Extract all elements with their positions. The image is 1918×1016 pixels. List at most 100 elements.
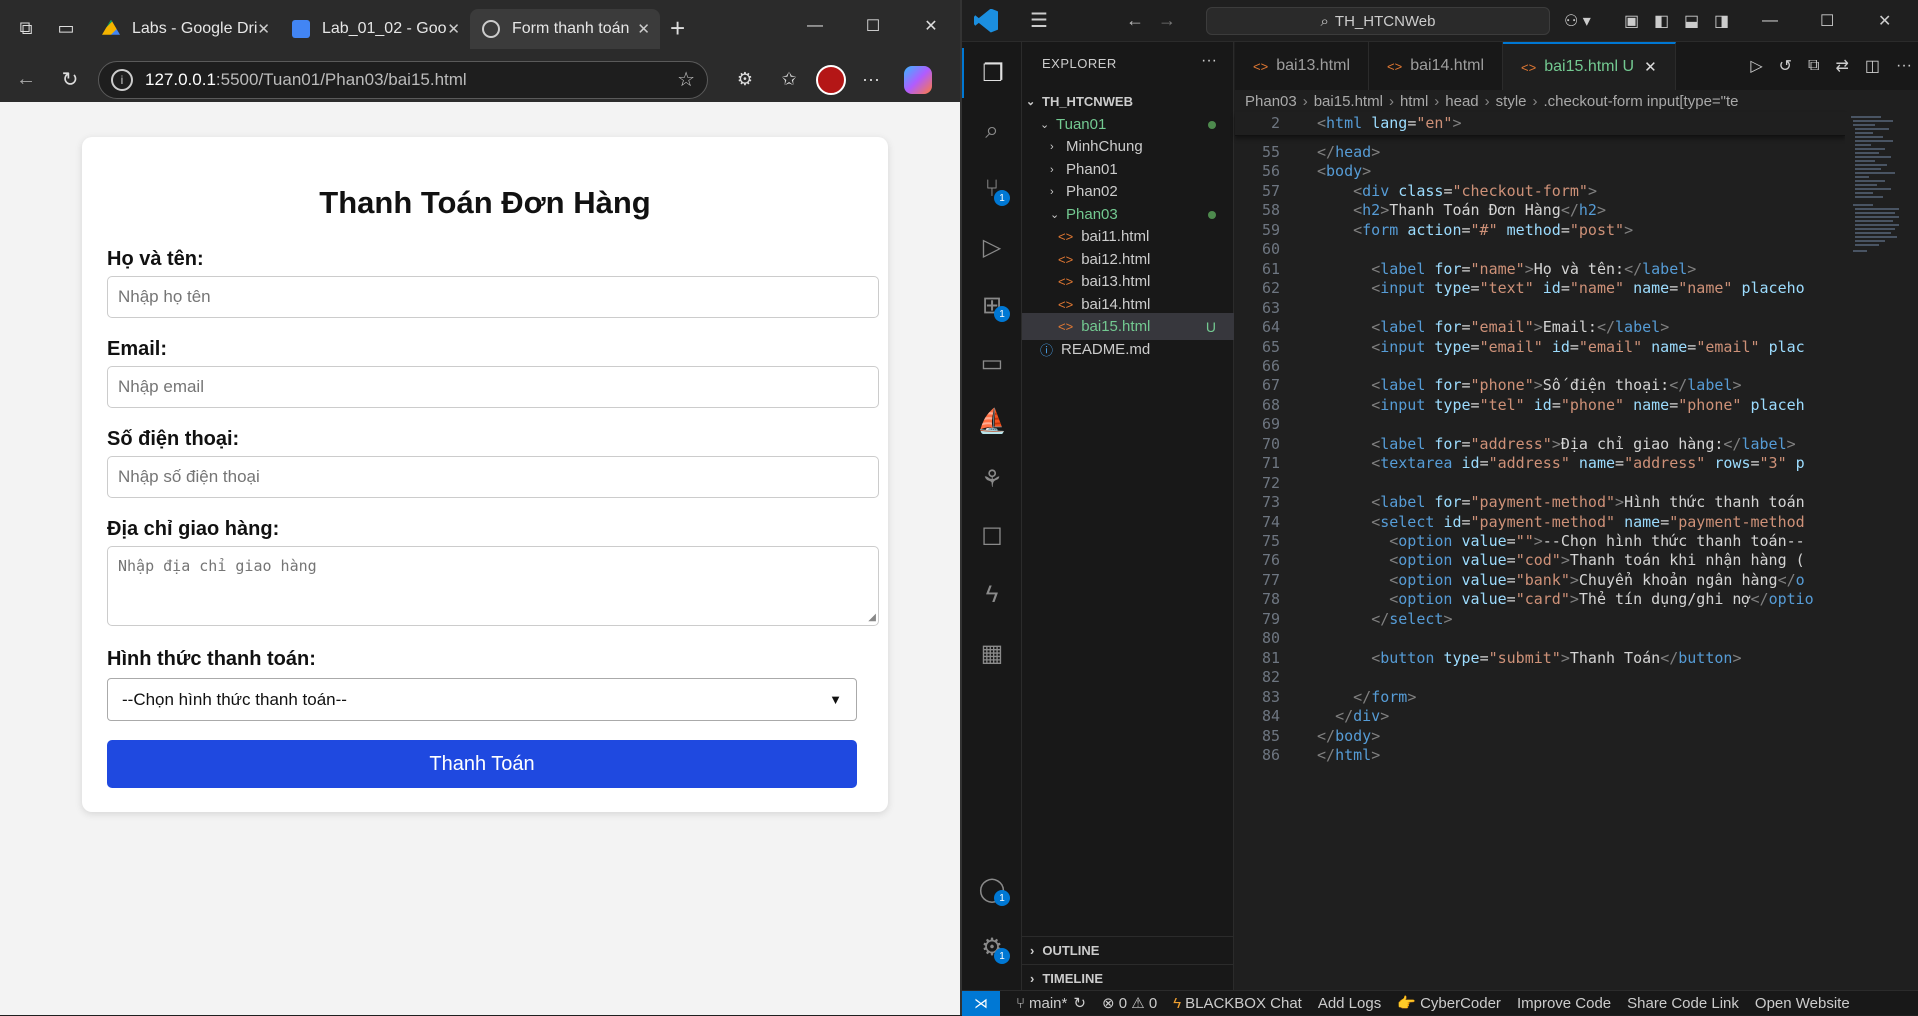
menu-icon[interactable]: ☰ — [1030, 8, 1048, 33]
tab-actions-icon[interactable]: ▭ — [52, 15, 80, 43]
back-icon[interactable]: ← — [1126, 10, 1144, 31]
code-line[interactable]: <body> — [1317, 162, 1843, 180]
editor-tab-bai14[interactable]: <> bai14.html — [1369, 42, 1504, 90]
run-debug-icon[interactable]: ▷ — [962, 222, 1022, 272]
problems-status[interactable]: ⊗ 0 ⚠ 0 — [1102, 994, 1157, 1012]
improve-code-status[interactable]: Improve Code — [1517, 995, 1611, 1012]
browser-tab-docs[interactable]: Lab_01_02 - Google Docs ✕ — [280, 9, 470, 49]
minimize-icon[interactable]: — — [1762, 0, 1778, 42]
breadcrumb-item[interactable]: Phan03 — [1245, 93, 1297, 110]
forward-icon[interactable]: → — [1158, 10, 1176, 31]
back-icon[interactable]: ← — [8, 62, 44, 98]
code-line[interactable]: <label for="name">Họ và tên:</label> — [1317, 260, 1843, 278]
code-line[interactable]: <h2>Thanh Toán Đơn Hàng</h2> — [1317, 201, 1843, 219]
copilot-icon[interactable] — [904, 65, 932, 94]
avatar[interactable] — [816, 64, 846, 95]
code-line[interactable]: <button type="submit">Thanh Toán</button… — [1317, 649, 1843, 667]
editor-tab-bai13[interactable]: <> bai13.html — [1235, 42, 1370, 90]
code-line[interactable]: </div> — [1317, 707, 1843, 725]
remote-indicator-icon[interactable]: ⋊ — [962, 990, 1000, 1016]
docker-icon[interactable]: ⛵ — [962, 396, 1022, 446]
close-window-icon[interactable]: ✕ — [902, 0, 960, 52]
explorer-icon[interactable]: ❐ — [962, 48, 1022, 98]
name-input[interactable]: Nhập họ tên — [107, 276, 879, 318]
breadcrumb-item[interactable]: style — [1496, 93, 1527, 110]
submit-button[interactable]: Thanh Toán — [107, 740, 857, 788]
code-line[interactable]: </select> — [1317, 610, 1843, 628]
more-actions-icon[interactable]: ··· — [1896, 57, 1912, 75]
toggle-secondary-sidebar-icon[interactable]: ◨ — [1714, 0, 1729, 42]
workspaces-icon[interactable]: ⧉ — [12, 15, 40, 43]
history-icon[interactable]: ↺ — [1779, 56, 1792, 76]
split-editor-icon[interactable]: ◫ — [1865, 56, 1880, 76]
blackbox-chat-status[interactable]: BLACKBOX Chat — [1185, 995, 1302, 1012]
breadcrumb-item[interactable]: head — [1445, 93, 1478, 110]
chat-icon[interactable]: ☐ — [962, 512, 1022, 562]
close-icon[interactable]: ✕ — [447, 20, 460, 38]
git-branch[interactable]: main* — [1029, 995, 1067, 1012]
copilot-icon[interactable]: ⚇ ▾ — [1564, 0, 1591, 42]
breadcrumb-item[interactable]: bai15.html — [1314, 93, 1383, 110]
site-info-icon[interactable]: i — [111, 68, 133, 91]
close-window-icon[interactable]: ✕ — [1878, 0, 1891, 42]
code-line[interactable]: <label for="phone">Số điện thoại:</label… — [1317, 376, 1843, 394]
favorites-icon[interactable]: ✩ — [770, 61, 808, 99]
code-line[interactable]: </html> — [1317, 746, 1843, 764]
extensions-icon[interactable]: ⊞ 1 — [962, 280, 1022, 330]
editor-tab-bai15[interactable]: <> bai15.html U ✕ — [1503, 42, 1676, 90]
refresh-icon[interactable]: ↻ — [52, 62, 88, 98]
search-icon[interactable]: ⌕ — [962, 106, 1022, 156]
code-line[interactable]: <div class="checkout-form"> — [1317, 182, 1843, 200]
phone-input[interactable]: Nhập số điện thoại — [107, 456, 879, 498]
lightning-icon[interactable]: ϟ — [962, 570, 1022, 620]
resize-handle-icon[interactable]: ◢ — [868, 612, 876, 623]
payment-method-select[interactable]: --Chọn hình thức thanh toán-- ▼ — [107, 678, 857, 721]
address-textarea[interactable]: Nhập địa chỉ giao hàng ◢ — [107, 546, 879, 626]
code-line[interactable]: <select id="payment-method" name="paymen… — [1317, 513, 1843, 531]
code-line[interactable]: <form action="#" method="post"> — [1317, 221, 1843, 239]
code-line[interactable]: </form> — [1317, 688, 1843, 706]
breadcrumb-item[interactable]: .checkout-form input[type="te — [1544, 93, 1739, 110]
code-line[interactable]: <option value="">--Chọn hình thức thanh … — [1317, 532, 1843, 550]
close-icon[interactable]: ✕ — [1644, 58, 1657, 76]
open-website-status[interactable]: Open Website — [1755, 995, 1850, 1012]
share-code-link-status[interactable]: Share Code Link — [1627, 995, 1739, 1012]
code-line[interactable]: <html lang="en"> — [1317, 114, 1843, 132]
settings-gear-icon[interactable]: ⚙ 1 — [962, 922, 1022, 972]
add-logs-status[interactable]: Add Logs — [1318, 995, 1381, 1012]
compare-icon[interactable]: ⇄ — [1835, 56, 1848, 76]
close-icon[interactable]: ✕ — [637, 20, 650, 38]
code-line[interactable]: <textarea id="address" name="address" ro… — [1317, 454, 1843, 472]
remote-explorer-icon[interactable]: ▭ — [962, 338, 1022, 388]
email-input[interactable]: Nhập email — [107, 366, 879, 408]
more-actions-icon[interactable]: ··· — [1201, 52, 1217, 70]
command-center-search[interactable]: ⌕ TH_HTCNWeb — [1206, 7, 1550, 35]
maximize-icon[interactable]: ☐ — [1820, 0, 1834, 42]
code-line[interactable]: </body> — [1317, 727, 1843, 745]
favorite-star-icon[interactable]: ☆ — [677, 67, 695, 92]
code-line[interactable]: <label for="payment-method">Hình thức th… — [1317, 493, 1843, 511]
preview-icon[interactable]: ⧉ — [1808, 57, 1819, 75]
code-line[interactable]: <input type="email" id="email" name="ema… — [1317, 338, 1843, 356]
tree-file-readme[interactable]: ⓘ README.md — [1022, 336, 1234, 363]
code-line[interactable]: <input type="tel" id="phone" name="phone… — [1317, 396, 1843, 414]
code-line[interactable]: <option value="bank">Chuyển khoản ngân h… — [1317, 571, 1843, 589]
breadcrumb-item[interactable]: html — [1400, 93, 1428, 110]
python-icon[interactable]: ⚘ — [962, 454, 1022, 504]
close-icon[interactable]: ✕ — [257, 20, 270, 38]
browser-tab-form[interactable]: Form thanh toán ✕ — [470, 8, 660, 49]
layout-icon[interactable]: ▣ — [1624, 0, 1639, 42]
cybercoder-status[interactable]: 👉 CyberCoder — [1397, 994, 1501, 1012]
maximize-icon[interactable]: ☐ — [844, 0, 902, 52]
run-icon[interactable]: ▷ — [1750, 56, 1762, 76]
minimap[interactable] — [1845, 112, 1918, 990]
sync-icon[interactable]: ↻ — [1073, 994, 1086, 1012]
browser-tab-drive[interactable]: Labs - Google Drive ✕ — [90, 9, 280, 49]
code-line[interactable]: <input type="text" id="name" name="name"… — [1317, 279, 1843, 297]
new-tab-button[interactable]: + — [670, 13, 685, 44]
code-line[interactable]: <option value="card">Thẻ tín dụng/ghi nợ… — [1317, 590, 1843, 608]
code-line[interactable]: <option value="cod">Thanh toán khi nhận … — [1317, 551, 1843, 569]
timeline-section[interactable]: › TIMELINE — [1022, 964, 1234, 992]
database-icon[interactable]: ▦ — [962, 628, 1022, 678]
toggle-panel-icon[interactable]: ⬓ — [1684, 0, 1699, 42]
